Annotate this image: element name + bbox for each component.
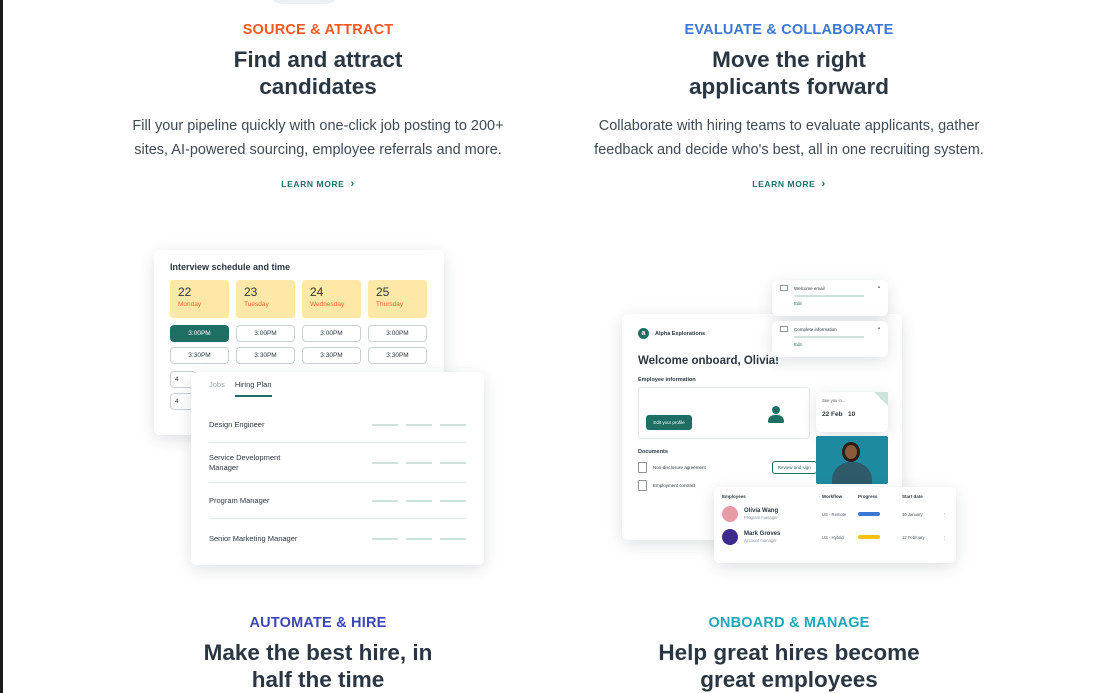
more-options-icon[interactable]: ⋮ (942, 535, 950, 540)
time-slot[interactable]: 3:00PM (302, 325, 361, 342)
section-heading: Make the best hire, in half the time (203, 640, 433, 692)
section-heading: Move the right applicants forward (688, 47, 890, 99)
learn-more-link[interactable]: LEARN MORE › (281, 178, 354, 190)
section-heading: Help great hires become great employees (658, 640, 920, 692)
start-date-card: See you in... 22 Feb 10 (816, 392, 888, 432)
chevron-right-icon: › (350, 178, 355, 190)
role-row[interactable]: Senior Marketing Manager (209, 519, 466, 559)
review-sign-button[interactable]: Review and sign (771, 461, 817, 474)
more-options-icon[interactable]: ⋮ (942, 512, 950, 517)
day-tile[interactable]: 24 Wednesday (302, 280, 361, 318)
person-icon (780, 326, 788, 332)
employee-info-label: Employee information (638, 377, 696, 383)
brand-name: Alpha Explorations (655, 330, 706, 337)
eyebrow: ONBOARD & MANAGE (708, 615, 870, 631)
hiring-plan-card: Jobs Hiring Plan Design Engineer Service… (191, 372, 484, 565)
eyebrow: AUTOMATE & HIRE (249, 615, 387, 631)
avatar (722, 529, 738, 545)
welcome-email-card[interactable]: Welcome email ▪ Edit (772, 280, 888, 316)
role-row[interactable]: Program Manager (209, 483, 466, 519)
employees-table: Employees Workflow Progress Start date O… (714, 487, 956, 563)
section-source-attract: SOURCE & ATTRACT Find and attract candid… (114, 22, 522, 192)
trash-icon[interactable]: ▪ (878, 326, 880, 332)
time-slot[interactable]: 3:30PM (236, 347, 295, 364)
tab-hiring-plan[interactable]: Hiring Plan (234, 380, 272, 397)
role-row[interactable]: Service Development Manager (209, 443, 466, 483)
time-slot[interactable]: 3:30PM (368, 347, 427, 364)
edit-link[interactable]: Edit (794, 342, 880, 347)
learn-more-link[interactable]: LEARN MORE › (752, 178, 825, 190)
time-slot[interactable]: 3:30PM (302, 347, 361, 364)
document-icon (638, 480, 647, 491)
progress-bar (858, 535, 880, 539)
table-row[interactable]: Mark Groves Account manager US - Hybrid 1… (722, 529, 948, 545)
section-automate-hire: AUTOMATE & HIRE Make the best hire, in h… (114, 615, 522, 693)
chevron-right-icon: › (821, 178, 826, 190)
day-tile[interactable]: 25 Thursday (368, 280, 427, 318)
day-tile[interactable]: 23 Tuesday (236, 280, 295, 318)
start-date: 22 Feb (822, 411, 843, 418)
eyebrow: EVALUATE & COLLABORATE (684, 22, 894, 38)
day-tile[interactable]: 22 Monday (170, 280, 229, 318)
section-description: Fill your pipeline quickly with one-clic… (132, 118, 504, 158)
welcome-video-thumbnail[interactable] (816, 436, 888, 484)
edit-link[interactable]: Edit (794, 301, 880, 306)
avatar (722, 506, 738, 522)
person-icon (767, 406, 785, 424)
date-caption: See you in... (822, 398, 846, 403)
decor-triangle (874, 392, 888, 406)
time-slot[interactable]: 3:30PM (170, 347, 229, 364)
table-row[interactable]: Olivia Wang Program manager US - Remote 3… (722, 506, 948, 522)
employee-info-box: Edit your profile (638, 387, 810, 439)
time-slot[interactable]: 3:00PM (368, 325, 427, 342)
brand-logo-icon: a (638, 328, 649, 339)
edit-profile-button[interactable]: Edit your profile (646, 415, 692, 430)
section-evaluate-collaborate: EVALUATE & COLLABORATE Move the right ap… (580, 22, 998, 192)
time-slot-selected[interactable]: 3:00PM (170, 325, 229, 342)
complete-information-card[interactable]: Complete information ▪ Edit (772, 321, 888, 357)
tab-jobs[interactable]: Jobs (209, 380, 225, 397)
role-row[interactable]: Design Engineer (209, 407, 466, 443)
eyebrow: SOURCE & ATTRACT (242, 22, 394, 38)
section-heading: Find and attract candidates (233, 47, 403, 99)
document-icon (638, 462, 647, 473)
time-slot[interactable]: 3:00PM (236, 325, 295, 342)
top-illustration-fragment (268, 0, 340, 4)
trash-icon[interactable]: ▪ (878, 285, 880, 291)
progress-bar (858, 512, 880, 516)
days-count: 10 (848, 411, 856, 418)
schedule-title: Interview schedule and time (170, 262, 291, 272)
mail-icon (780, 285, 788, 291)
section-onboard-manage: ONBOARD & MANAGE Help great hires become… (580, 615, 998, 693)
section-description: Collaborate with hiring teams to evaluat… (594, 118, 984, 158)
window-edge (0, 0, 3, 693)
